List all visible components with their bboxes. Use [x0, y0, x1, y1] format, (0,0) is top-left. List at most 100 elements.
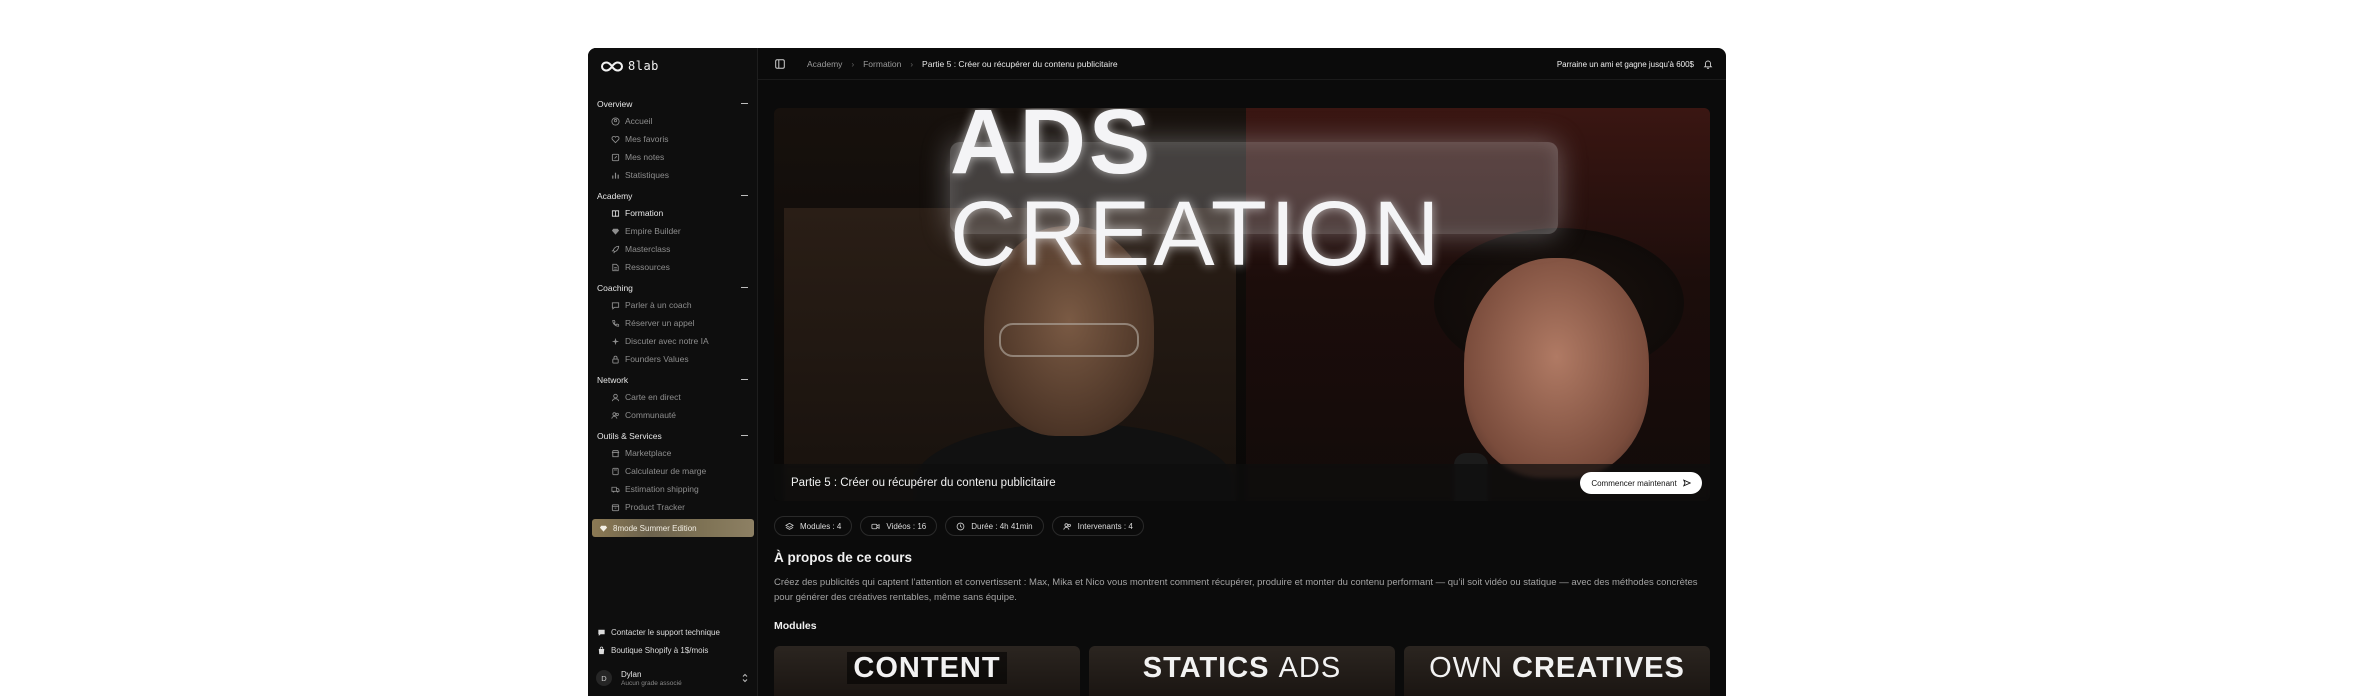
- topbar: Academy › Formation › Partie 5 : Créer o…: [758, 48, 1726, 80]
- course-stats: Modules : 4 Vidéos : 16 Durée : 4h 41min…: [774, 516, 1144, 536]
- user-info: Dylan Aucun grade associé: [621, 670, 682, 687]
- store-icon: [611, 449, 620, 458]
- logo-text: 8lab: [628, 59, 659, 73]
- module-card-label: CONTENT: [774, 652, 1080, 684]
- glasses-icon: [999, 323, 1139, 357]
- sidebar-bottom-links: Contacter le support technique Boutique …: [588, 623, 758, 659]
- sidebar-item-coach[interactable]: Parler à un coach: [588, 296, 758, 314]
- sidebar: 8lab Overview Accueil Mes favoris Mes no…: [588, 48, 758, 696]
- users-icon: [611, 411, 620, 420]
- sidebar-item-carte[interactable]: Carte en direct: [588, 388, 758, 406]
- promo-label: 8mode Summer Edition: [613, 523, 697, 533]
- sidebar-item-label: Empire Builder: [625, 226, 681, 236]
- module-card-bold: STATICS: [1142, 652, 1270, 684]
- stat-label: Vidéos : 16: [886, 521, 927, 531]
- shopify-link[interactable]: Boutique Shopify à 1$/mois: [588, 641, 758, 659]
- sidebar-item-marketplace[interactable]: Marketplace: [588, 444, 758, 462]
- sidebar-item-label: Marketplace: [625, 448, 672, 458]
- collapse-icon: [741, 379, 748, 380]
- clock-icon: [956, 522, 965, 531]
- sidebar-item-ia[interactable]: Discuter avec notre IA: [588, 332, 758, 350]
- module-card-light: OWN: [1429, 652, 1503, 684]
- sidebar-item-calculateur[interactable]: Calculateur de marge: [588, 462, 758, 480]
- chart-icon: [611, 171, 620, 180]
- lock-icon: [611, 355, 620, 364]
- diamond-icon: [611, 227, 620, 236]
- module-card-label: STATICS ADS: [1089, 654, 1395, 683]
- brand-logo[interactable]: 8lab: [601, 59, 659, 73]
- module-card-light: ADS: [1278, 652, 1342, 684]
- sidebar-item-favoris[interactable]: Mes favoris: [588, 130, 758, 148]
- stat-speakers: Intervenants : 4: [1051, 516, 1144, 536]
- sidebar-item-label: Product Tracker: [625, 502, 685, 512]
- home-icon: [611, 116, 620, 126]
- breadcrumb-academy[interactable]: Academy: [807, 59, 842, 69]
- start-course-label: Commencer maintenant: [1591, 478, 1677, 488]
- sidebar-item-label: Discuter avec notre IA: [625, 336, 709, 346]
- sidebar-item-product-tracker[interactable]: Product Tracker: [588, 498, 758, 516]
- section-academy[interactable]: Academy: [588, 187, 758, 204]
- module-card-bold: CONTENT: [847, 652, 1007, 684]
- section-title: Outils & Services: [597, 430, 662, 441]
- module-card-content[interactable]: CONTENT: [774, 646, 1080, 696]
- collapse-icon: [741, 435, 748, 436]
- modules-title: Modules: [774, 620, 817, 632]
- support-link[interactable]: Contacter le support technique: [588, 623, 758, 641]
- section-title: Network: [597, 374, 629, 385]
- about-description: Créez des publicités qui captent l’atten…: [774, 577, 1698, 603]
- breadcrumb-formation[interactable]: Formation: [863, 59, 901, 69]
- course-title: Partie 5 : Créer ou récupérer du contenu…: [791, 476, 1056, 489]
- app-window: 8lab Overview Accueil Mes favoris Mes no…: [588, 48, 1726, 696]
- video-icon: [871, 522, 880, 531]
- stat-label: Durée : 4h 41min: [971, 521, 1033, 531]
- section-coaching[interactable]: Coaching: [588, 279, 758, 296]
- support-icon: [597, 628, 606, 637]
- module-card-statics-ads[interactable]: STATICS ADS: [1089, 646, 1395, 696]
- sidebar-item-label: Parler à un coach: [625, 300, 692, 310]
- chevron-right-icon: ›: [851, 59, 855, 69]
- stat-duration: Durée : 4h 41min: [945, 516, 1044, 536]
- collapse-icon: [741, 195, 748, 196]
- sidebar-item-shipping[interactable]: Estimation shipping: [588, 480, 758, 498]
- module-cards: CONTENT STATICS ADS OWN CREATIVES: [774, 646, 1710, 696]
- user-menu[interactable]: D Dylan Aucun grade associé: [588, 663, 758, 693]
- section-network[interactable]: Network: [588, 371, 758, 388]
- module-card-label: OWN CREATIVES: [1404, 654, 1710, 683]
- sidebar-item-statistiques[interactable]: Statistiques: [588, 166, 758, 184]
- sidebar-item-reserver-appel[interactable]: Réserver un appel: [588, 314, 758, 332]
- calculator-icon: [611, 467, 620, 476]
- section-outils[interactable]: Outils & Services: [588, 427, 758, 444]
- sidebar-item-label: Réserver un appel: [625, 318, 695, 328]
- sidebar-item-label: Masterclass: [625, 244, 671, 254]
- heart-icon: [611, 135, 620, 144]
- sidebar-item-label: Mes notes: [625, 152, 665, 162]
- sidebar-item-empire-builder[interactable]: Empire Builder: [588, 222, 758, 240]
- users-icon: [1062, 522, 1072, 531]
- section-overview[interactable]: Overview: [588, 95, 758, 112]
- section-title: Overview: [597, 98, 633, 109]
- section-title: Academy: [597, 190, 633, 201]
- sidebar-item-notes[interactable]: Mes notes: [588, 148, 758, 166]
- user-name: Dylan: [621, 669, 642, 679]
- sidebar-item-ressources[interactable]: Ressources: [588, 258, 758, 276]
- sidebar-item-label: Calculateur de marge: [625, 466, 707, 476]
- sidebar-item-formation[interactable]: Formation: [588, 204, 758, 222]
- bell-icon[interactable]: [1703, 59, 1713, 69]
- sidebar-nav: Overview Accueil Mes favoris Mes notes S…: [588, 92, 758, 516]
- infinity-logo-icon: [601, 60, 623, 72]
- sidebar-item-founders-values[interactable]: Founders Values: [588, 350, 758, 368]
- sidebar-item-label: Carte en direct: [625, 392, 681, 402]
- hero-bar: Partie 5 : Créer ou récupérer du contenu…: [774, 464, 1710, 501]
- promo-banner[interactable]: 8mode Summer Edition: [592, 519, 754, 537]
- map-pin-icon: [611, 393, 620, 402]
- chevron-right-icon: ›: [910, 59, 914, 69]
- sidebar-item-masterclass[interactable]: Masterclass: [588, 240, 758, 258]
- start-course-button[interactable]: Commencer maintenant: [1580, 472, 1702, 494]
- sidebar-item-communaute[interactable]: Communauté: [588, 406, 758, 424]
- neon-sign-light: CREATION: [950, 183, 1443, 285]
- sidebar-toggle-icon[interactable]: [775, 59, 785, 69]
- referral-link[interactable]: Parraine un ami et gagne jusqu'à 600$: [1557, 48, 1694, 80]
- sidebar-item-accueil[interactable]: Accueil: [588, 112, 758, 130]
- stat-label: Modules : 4: [800, 521, 842, 531]
- module-card-own-creatives[interactable]: OWN CREATIVES: [1404, 646, 1710, 696]
